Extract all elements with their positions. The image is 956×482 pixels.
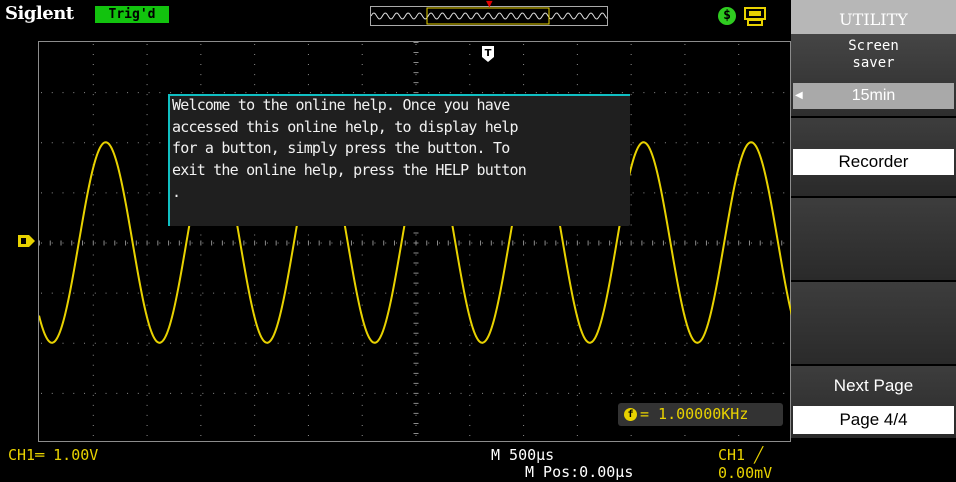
- status-bar: Siglent Trig'd ▼ $: [0, 0, 790, 28]
- t-marker-icon: T: [482, 46, 494, 62]
- ch1-level-marker-icon: [18, 235, 35, 247]
- usb-icon: $: [718, 7, 736, 25]
- ch1-scale: CH1═ 1.00V: [8, 446, 99, 464]
- frequency-icon: f: [624, 408, 637, 421]
- selector-arrow-icon: ◀: [795, 90, 803, 101]
- next-page-label: Next Page: [833, 376, 914, 395]
- brand-logo: Siglent: [5, 3, 74, 24]
- screen-saver-label: Screen saver: [848, 38, 899, 71]
- side-menu: UTILITY Screen saver 15min ◀ Recorder Ne…: [791, 0, 956, 478]
- recorder-button[interactable]: Recorder: [791, 118, 956, 196]
- screen-saver-button[interactable]: Screen saver 15min ◀: [791, 34, 956, 116]
- trigger-status-badge: Trig'd: [95, 6, 169, 23]
- menu-slot-empty[interactable]: [791, 198, 956, 280]
- frequency-value: = 1.00000KHz: [640, 405, 749, 423]
- menu-title: UTILITY: [791, 0, 956, 34]
- help-accent-left: [168, 94, 170, 226]
- svg-text:T: T: [485, 48, 492, 59]
- trigger-level: CH1 ╱ 0.00mV: [718, 446, 773, 482]
- frequency-counter: f = 1.00000KHz: [618, 403, 783, 426]
- m-pos: M Pos:0.00µs: [525, 463, 634, 481]
- trigger-position-arrow-icon: ▼: [486, 0, 493, 10]
- recorder-label: Recorder: [793, 149, 954, 175]
- screen-saver-value: 15min: [793, 83, 954, 109]
- page-indicator: Page 4/4: [793, 406, 954, 434]
- bottom-status-bar: CH1═ 1.00V M 500µs M Pos:0.00µs CH1 ╱ 0.…: [0, 444, 790, 482]
- next-page-button[interactable]: Next Page Page 4/4: [791, 366, 956, 438]
- online-help-dialog: Welcome to the online help. Once you hav…: [168, 94, 630, 226]
- printer-icon: [744, 7, 766, 26]
- time-scale: M 500µs: [491, 446, 555, 464]
- help-text: Welcome to the online help. Once you hav…: [172, 96, 527, 201]
- menu-slot-empty[interactable]: [791, 282, 956, 364]
